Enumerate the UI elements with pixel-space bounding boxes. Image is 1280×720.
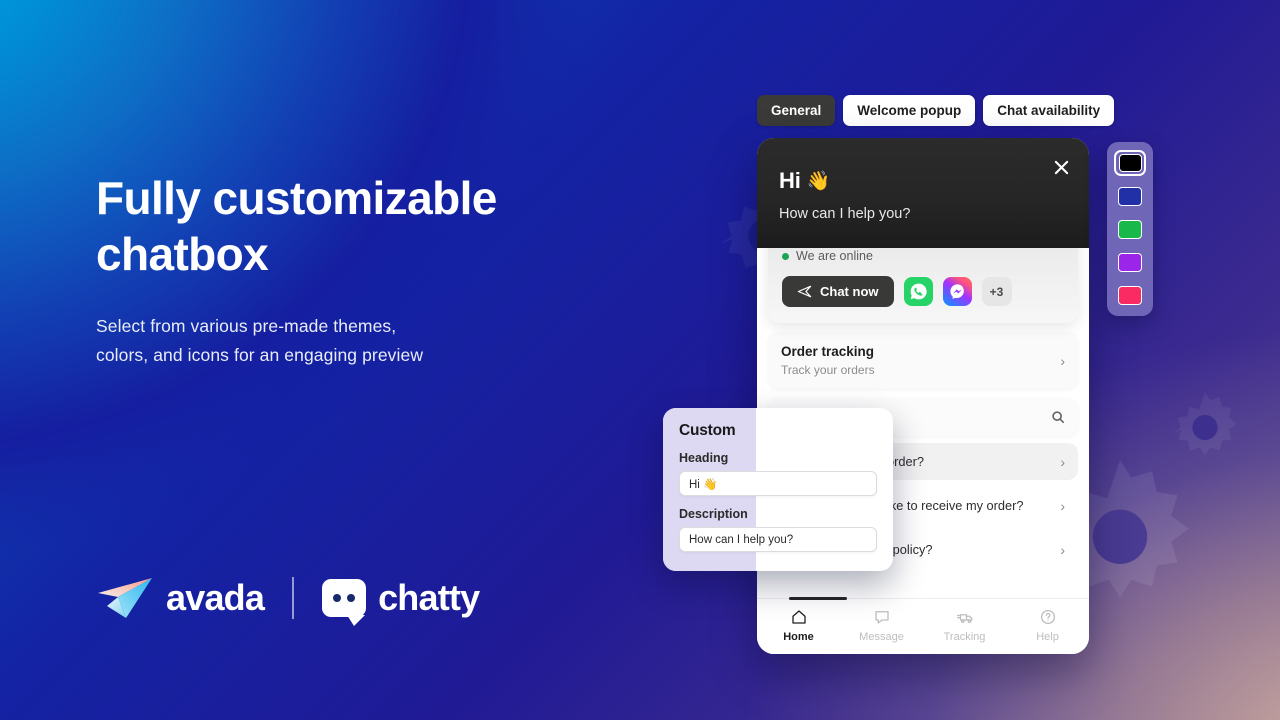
nav-item-help-label: Help [1036,631,1059,643]
nav-item-tracking-label: Tracking [943,631,986,643]
page-title-line-1: Fully customizable [96,172,497,224]
chevron-right-icon: › [1060,453,1065,470]
order-tracking-row[interactable]: Order tracking Track your orders › [768,332,1078,389]
status-dot-icon [782,252,789,260]
chat-widget-preview: Hi 👋 How can I help you? Contact us We a… [757,138,1089,654]
send-icon [797,285,812,298]
tab-chat-availability[interactable]: Chat availability [983,95,1115,126]
close-icon[interactable] [1050,156,1072,178]
hero-subtitle-line-1: Select from various pre-made themes, [96,316,397,336]
heading-input[interactable]: Hi 👋 [679,471,877,496]
search-icon [1052,411,1065,424]
chevron-right-icon: › [1060,541,1065,558]
help-icon [1040,609,1055,625]
color-swatch-green[interactable] [1114,216,1146,242]
nav-item-message-label: Message [859,631,904,643]
order-tracking-subtitle: Track your orders [781,363,875,377]
custom-settings-panel: Custom Heading Hi 👋 Description How can … [663,408,893,571]
chatty-wordmark: chatty [378,577,480,618]
hero-subtitle-line-2: colors, and icons for an engaging previe… [96,345,424,365]
widget-subtitle: How can I help you? [779,206,911,222]
widget-greeting: Hi 👋 [779,168,1067,194]
color-palette [1107,142,1153,316]
nav-item-message[interactable]: Message [840,608,923,643]
more-channels-badge[interactable]: +3 [981,277,1012,306]
bubble-eye-left [333,594,342,602]
description-input[interactable]: How can I help you? [679,527,877,552]
contact-us-card: Contact us We are online Chat now [768,248,1078,323]
widget-header: Hi 👋 How can I help you? [757,138,1089,248]
order-tracking-title: Order tracking [781,344,875,359]
page-title-line-2: chatbox [96,228,269,280]
settings-tabs: General Welcome popup Chat availability [757,95,1115,126]
chatty-logo: chatty [322,577,480,626]
swatch-fill [1118,219,1142,239]
bubble-eye-right [347,594,356,602]
home-icon [791,610,806,624]
online-status-label: We are online [796,249,873,263]
order-tracking-text: Order tracking Track your orders [781,344,875,377]
messenger-icon[interactable] [942,277,972,306]
color-swatch-pink[interactable] [1114,282,1146,308]
description-field-label: Description [679,507,748,521]
heading-field-label: Heading [679,451,729,465]
avada-logo: avada [96,575,265,621]
speech-bubble-icon [322,579,367,626]
gear-icon [1172,392,1237,456]
swatch-fill [1118,154,1142,172]
color-swatch-black[interactable] [1114,150,1146,176]
paper-plane-icon [98,578,152,618]
promo-banner: Fully customizable chatbox Select from v… [0,0,1280,720]
page-title: Fully customizable chatbox [96,170,656,282]
message-icon [874,611,889,624]
whatsapp-icon[interactable] [903,277,933,306]
nav-item-help[interactable]: Help [1006,608,1089,643]
tab-welcome-popup[interactable]: Welcome popup [843,95,976,126]
chat-now-button[interactable]: Chat now [782,276,894,307]
online-status: We are online [782,249,1064,263]
avada-wordmark: avada [166,577,265,618]
custom-panel-inner: Custom Heading Hi 👋 Description How can … [663,408,893,552]
nav-item-tracking[interactable]: Tracking [923,608,1006,643]
contact-channels: Chat now +3 [782,276,1064,307]
color-swatch-navy[interactable] [1114,183,1146,209]
nav-item-home[interactable]: Home [757,608,840,643]
color-swatch-purple[interactable] [1114,249,1146,275]
chevron-right-icon: › [1060,352,1065,369]
brand-divider [292,577,295,619]
widget-bottom-nav: Home Message Tracking Help [757,597,1089,654]
hero-section: Fully customizable chatbox Select from v… [96,170,656,370]
hero-subtitle: Select from various pre-made themes, col… [96,312,656,370]
waving-hand-icon: 👋 [806,171,831,192]
custom-panel-title: Custom [679,422,736,439]
truck-icon [956,614,972,623]
swatch-fill [1118,186,1142,206]
chat-now-label: Chat now [820,284,879,299]
swatch-fill [1118,285,1142,305]
brand-row: avada chatty [96,575,480,626]
tab-general[interactable]: General [757,95,836,126]
chevron-right-icon: › [1060,497,1065,514]
nav-item-home-label: Home [783,631,814,643]
swatch-fill [1118,252,1142,272]
widget-greeting-text: Hi [779,168,801,193]
